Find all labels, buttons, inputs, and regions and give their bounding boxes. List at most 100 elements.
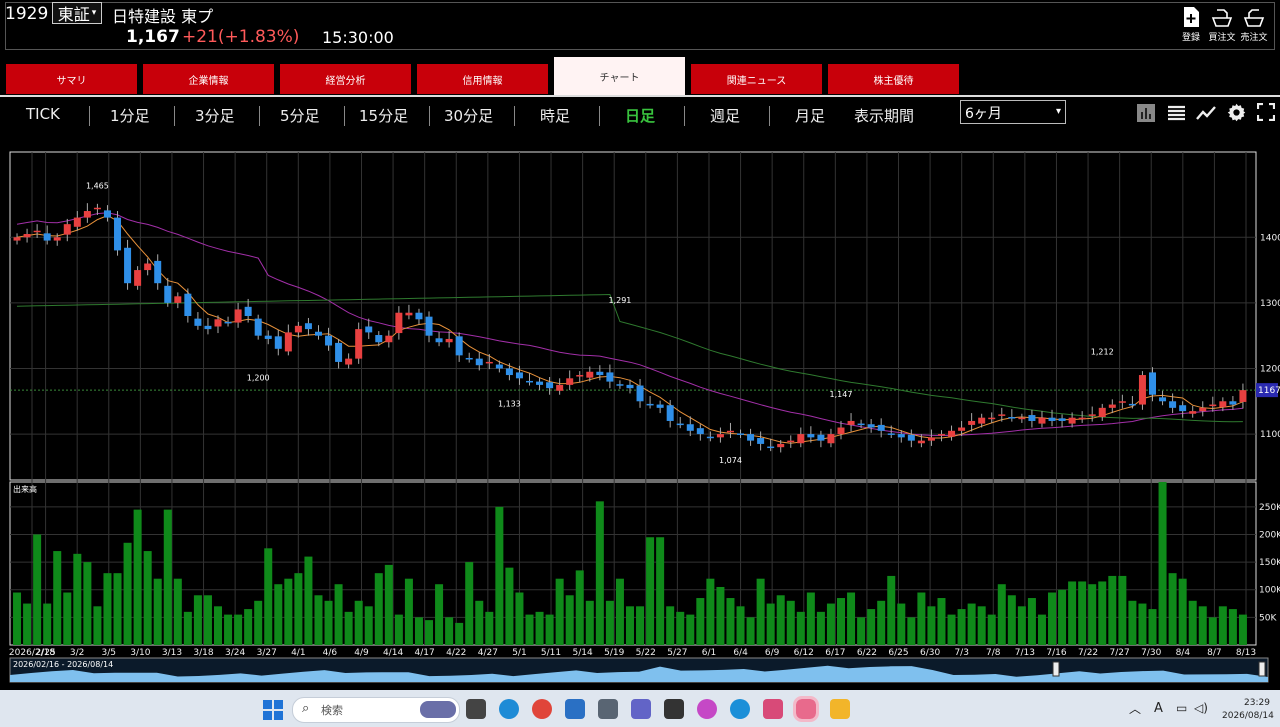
candle-body: [927, 437, 935, 441]
volume-bar: [384, 564, 393, 645]
globe-app-icon[interactable]: [730, 699, 750, 719]
calculator-icon[interactable]: [598, 699, 618, 719]
price-y-tick: 1200: [1260, 364, 1280, 374]
volume-icon[interactable]: ◁): [1194, 701, 1208, 715]
last-price-label: 1167: [1258, 386, 1280, 396]
timeframe-30min[interactable]: 30分足: [444, 105, 493, 126]
snipping-tool-icon[interactable]: [763, 699, 783, 719]
volume-bar: [83, 562, 92, 645]
timeframe-daily[interactable]: 日足: [625, 105, 655, 126]
gear-icon[interactable]: [1226, 102, 1247, 123]
candle-body: [787, 440, 795, 443]
notepad-icon[interactable]: [664, 699, 684, 719]
volume-bar: [615, 578, 624, 645]
stock-chart[interactable]: 2026/2/182/25 3/2 3/5 3/10 3/13 3/18 3/24 3/27 4…: [0, 140, 1280, 688]
volume-bar: [837, 598, 846, 645]
sell-order-button[interactable]: 売注文: [1239, 6, 1269, 43]
volume-bar: [294, 573, 303, 645]
candle-body: [194, 318, 202, 326]
volume-bar: [666, 606, 675, 645]
timeframe-monthly[interactable]: 月足: [795, 105, 825, 126]
volume-bar: [1228, 609, 1237, 645]
volume-bar: [987, 614, 996, 645]
volume-bar: [1098, 581, 1107, 645]
volume-bar: [605, 600, 614, 645]
chevron-up-icon[interactable]: ︿: [1129, 700, 1141, 717]
x-tick-label: 4/6: [323, 648, 338, 658]
x-tick-label: 8/13: [1236, 648, 1256, 658]
list-icon[interactable]: [1167, 104, 1186, 122]
volume-bar: [485, 611, 494, 645]
volume-bar: [324, 600, 333, 645]
volume-bar: [1017, 606, 1026, 645]
timeframe-5min[interactable]: 5分足: [280, 105, 320, 126]
timeframe-3min[interactable]: 3分足: [195, 105, 235, 126]
tab-financial-analysis[interactable]: 経営分析: [280, 64, 411, 94]
volume-bar: [264, 548, 273, 645]
x-tick-label: 6/4: [733, 648, 748, 658]
trading-app-icon[interactable]: [793, 696, 819, 722]
teams-icon[interactable]: [631, 699, 651, 719]
calendar-app-icon[interactable]: [565, 699, 585, 719]
timeframe-weekly[interactable]: 週足: [710, 105, 740, 126]
candle-body: [566, 378, 574, 385]
copilot-icon[interactable]: [697, 699, 717, 719]
candle-body: [937, 434, 945, 436]
network-icon[interactable]: ▭: [1176, 701, 1187, 715]
volume-bar: [404, 578, 413, 645]
x-tick-label: 3/10: [130, 648, 150, 658]
candle-body: [1028, 415, 1036, 421]
clock-time[interactable]: 23:29: [1244, 698, 1270, 708]
ime-indicator[interactable]: A: [1154, 701, 1163, 716]
tab-chart[interactable]: チャート: [554, 57, 685, 95]
chrome-browser-icon[interactable]: [532, 699, 552, 719]
volume-bar: [706, 578, 715, 645]
candle-body: [224, 321, 232, 324]
tab-company-info[interactable]: 企業情報: [143, 64, 274, 94]
volume-bar: [656, 537, 665, 645]
windows-start-icon[interactable]: [263, 700, 283, 720]
volume-bar: [224, 614, 233, 645]
period-select[interactable]: 6ヶ月 ▾: [960, 100, 1066, 124]
tab-shareholder-benefits[interactable]: 株主優待: [828, 64, 959, 94]
buy-order-button[interactable]: 買注文: [1207, 6, 1237, 43]
candle-body: [616, 384, 624, 386]
volume-bar: [545, 614, 554, 645]
tab-summary[interactable]: サマリ: [6, 64, 137, 94]
candle-body: [124, 247, 132, 284]
candle-body: [576, 375, 584, 377]
volume-bar: [93, 606, 102, 645]
candle-body: [204, 325, 212, 330]
divider: [769, 106, 770, 126]
timeframe-1min[interactable]: 1分足: [110, 105, 150, 126]
bar-chart-icon[interactable]: [1137, 104, 1155, 122]
fullscreen-icon[interactable]: [1257, 103, 1275, 121]
company-name: 日特建設 東プ: [112, 7, 214, 26]
edge-browser-icon[interactable]: [499, 699, 519, 719]
candle-body: [1068, 417, 1076, 424]
volume-bar: [847, 592, 856, 645]
candle-body: [435, 338, 443, 343]
register-button[interactable]: 登録: [1176, 6, 1206, 43]
volume-bar: [746, 617, 755, 645]
task-view-icon[interactable]: [466, 699, 486, 719]
x-tick-label: 6/12: [794, 648, 814, 658]
volume-bar: [1168, 573, 1177, 645]
timeframe-hourly[interactable]: 時足: [540, 105, 570, 126]
timeframe-tick[interactable]: TICK: [26, 105, 60, 123]
file-explorer-icon[interactable]: [830, 699, 850, 719]
x-tick-label: 7/27: [1110, 648, 1130, 658]
timeframe-15min[interactable]: 15分足: [359, 105, 408, 126]
candle-body: [134, 270, 142, 286]
x-tick-label: 5/27: [667, 648, 687, 658]
candle-body: [1229, 401, 1237, 405]
x-tick-label: 6/17: [825, 648, 845, 658]
trend-line-icon[interactable]: [1196, 104, 1217, 122]
navigator-handle-right: [1258, 661, 1266, 677]
taskbar-search-input[interactable]: ⌕ 検索: [292, 697, 460, 723]
tab-related-news[interactable]: 関連ニュース: [691, 64, 822, 94]
candle-body: [807, 434, 815, 438]
clock-date[interactable]: 2026/08/14: [1222, 711, 1274, 721]
tab-margin-info[interactable]: 信用情報: [417, 64, 548, 94]
market-select[interactable]: 東証 ▾: [52, 2, 102, 24]
